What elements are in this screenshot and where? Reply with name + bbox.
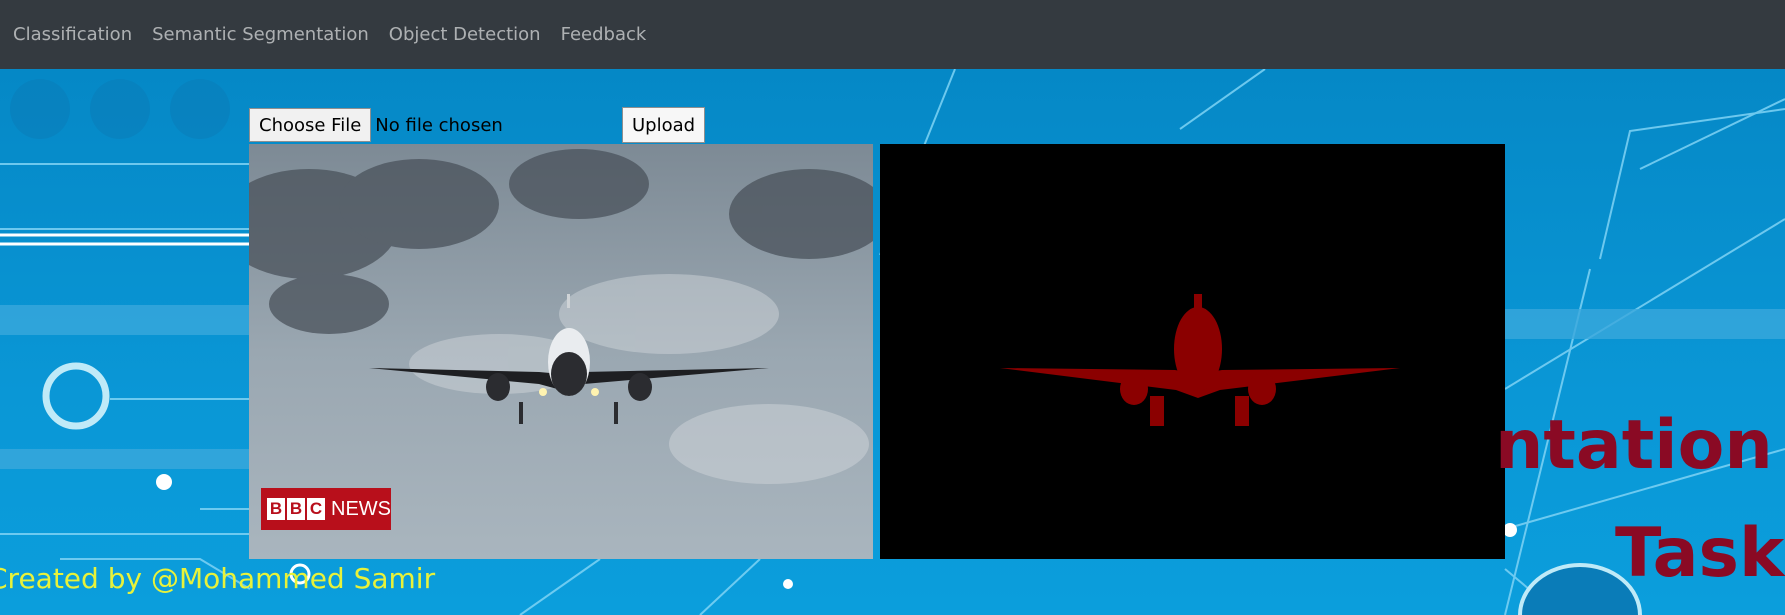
navbar: Classification Semantic Segmentation Obj… xyxy=(0,0,1785,69)
logo-letter: B xyxy=(267,498,285,520)
credit-text: Created by @Mohammed Samir xyxy=(0,562,436,595)
logo-letter: C xyxy=(307,498,325,520)
logo-word: NEWS xyxy=(331,497,391,520)
airplane-mask xyxy=(1000,294,1400,426)
ring-icon xyxy=(42,362,110,430)
page-heading-line2: Task xyxy=(1615,514,1785,593)
file-status: No file chosen xyxy=(375,114,503,136)
bbc-news-logo: B B C NEWS xyxy=(261,488,391,530)
file-picker: Choose File No file chosen xyxy=(249,107,625,143)
upload-button[interactable]: Upload xyxy=(622,107,706,143)
segmentation-mask-image xyxy=(880,144,1505,559)
nav-semantic-segmentation[interactable]: Semantic Segmentation xyxy=(152,24,369,45)
airplane-mask-icon xyxy=(1000,294,1400,426)
nav-feedback[interactable]: Feedback xyxy=(561,24,647,45)
page-heading-line1: ntation xyxy=(1495,406,1773,485)
nav-classification[interactable]: Classification xyxy=(13,24,132,45)
nav-object-detection[interactable]: Object Detection xyxy=(389,24,541,45)
input-image: B B C NEWS xyxy=(249,144,873,559)
logo-letter: B xyxy=(287,498,305,520)
choose-file-button[interactable]: Choose File xyxy=(249,108,372,142)
